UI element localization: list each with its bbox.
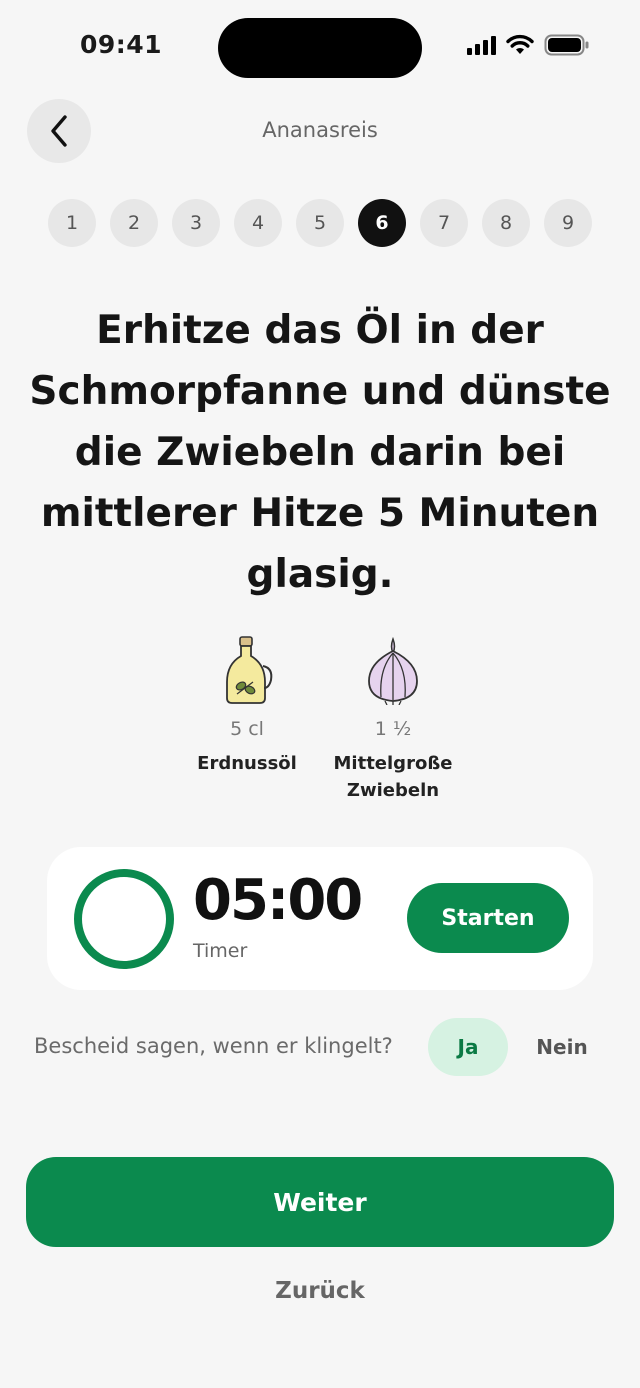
status-time: 09:41	[80, 30, 163, 59]
step-1[interactable]: 1	[48, 199, 96, 247]
timer-label: Timer	[193, 940, 248, 962]
notify-no-button[interactable]: Nein	[522, 1018, 602, 1076]
step-selector: 1 2 3 4 5 6 7 8 9	[48, 199, 592, 247]
next-button[interactable]: Weiter	[26, 1157, 614, 1247]
step-4[interactable]: 4	[234, 199, 282, 247]
status-icons	[467, 34, 590, 56]
ingredient-quantity: 1 ½	[374, 718, 412, 740]
status-bar: 09:41	[0, 0, 640, 96]
step-6[interactable]: 6	[358, 199, 406, 247]
onion-icon	[313, 632, 473, 708]
step-2[interactable]: 2	[110, 199, 158, 247]
battery-icon	[544, 34, 589, 56]
ingredient-name: Erdnussöl	[197, 753, 297, 774]
page-title: Ananasreis	[262, 118, 378, 142]
step-8[interactable]: 8	[482, 199, 530, 247]
ingredient-item: 1 ½ Mittelgroße Zwiebeln	[313, 632, 473, 804]
step-3[interactable]: 3	[172, 199, 220, 247]
timer-card: 05:00 Timer Starten	[47, 847, 593, 990]
dynamic-island	[218, 18, 422, 78]
cellular-signal-icon	[467, 35, 496, 55]
step-9[interactable]: 9	[544, 199, 592, 247]
back-link[interactable]: Zurück	[0, 1278, 640, 1304]
timer-progress-ring	[74, 869, 174, 969]
notify-yes-button[interactable]: Ja	[428, 1018, 508, 1076]
ingredient-quantity: 5 cl	[230, 718, 264, 740]
step-5[interactable]: 5	[296, 199, 344, 247]
step-7[interactable]: 7	[420, 199, 468, 247]
step-instruction: Erhitze das Öl in der Schmorpfanne und d…	[29, 308, 611, 597]
ingredient-item: 5 cl Erdnussöl	[167, 632, 327, 777]
ingredient-name: Mittelgroße Zwiebeln	[333, 753, 453, 801]
notify-question: Bescheid sagen, wenn er klingelt?	[34, 1034, 393, 1058]
ingredient-list: 5 cl Erdnussöl 1 ½ Mittelgroße Zwiebeln	[0, 632, 640, 812]
start-timer-button[interactable]: Starten	[407, 883, 569, 953]
timer-value: 05:00	[193, 868, 363, 933]
oil-bottle-icon	[167, 632, 327, 708]
wifi-icon	[506, 34, 534, 54]
